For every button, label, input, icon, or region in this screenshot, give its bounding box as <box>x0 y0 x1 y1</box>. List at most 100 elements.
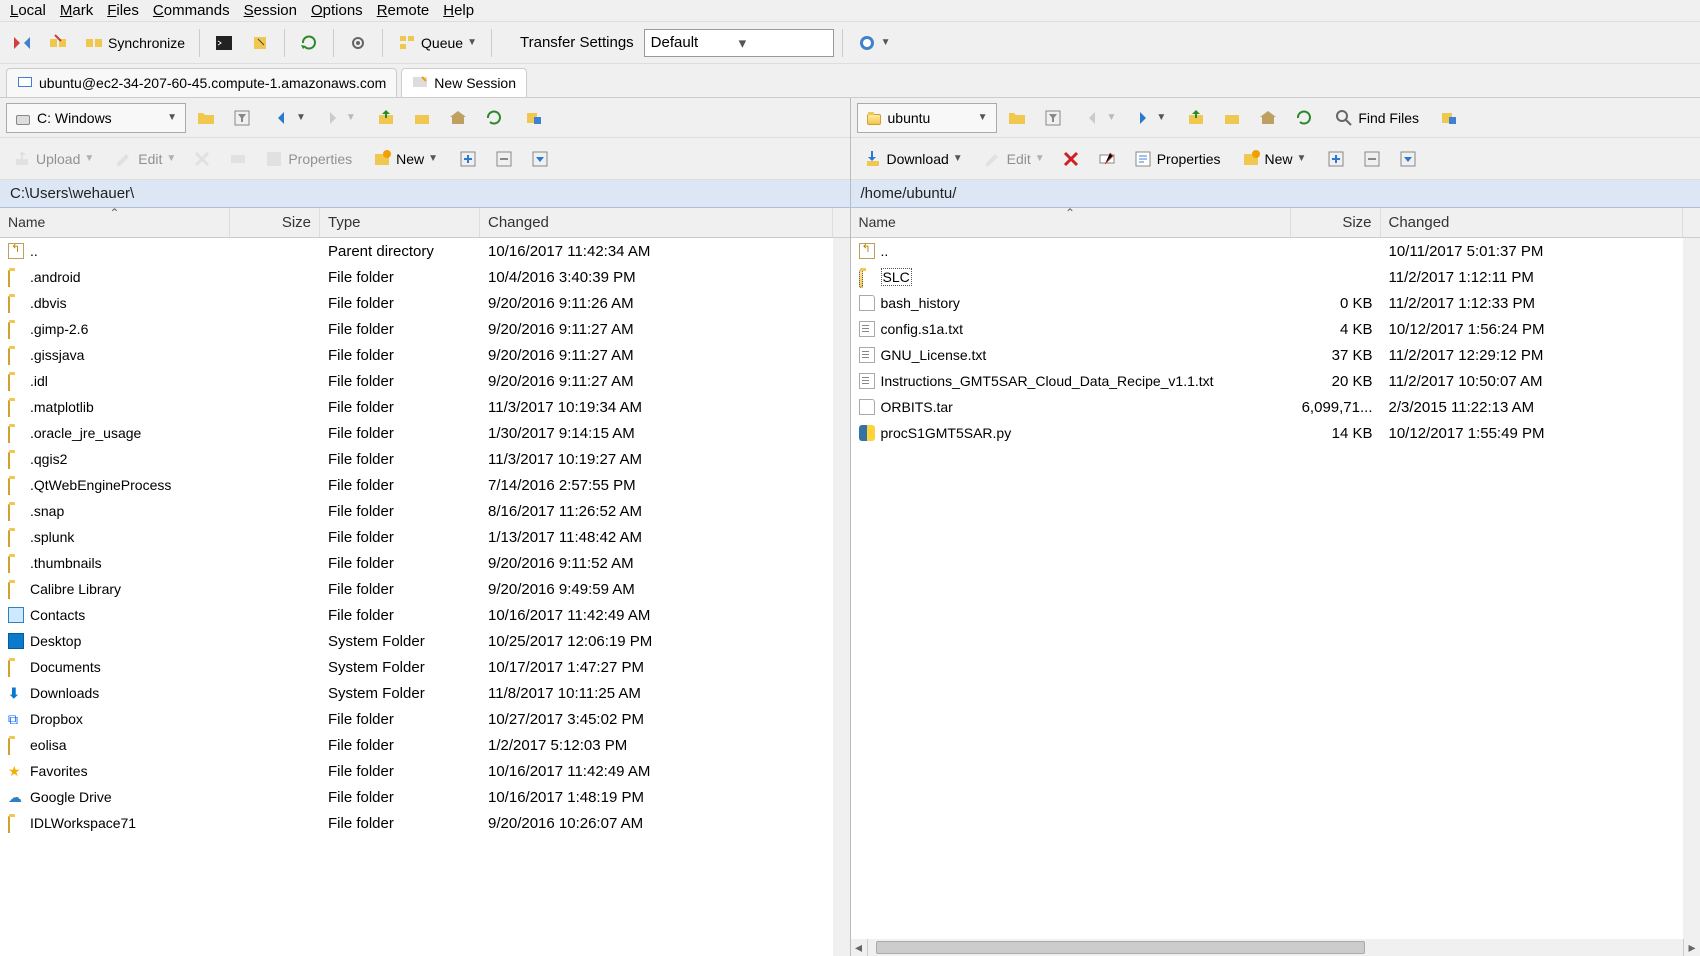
open-folder-icon[interactable] <box>190 104 222 132</box>
new-button[interactable]: New▼ <box>366 145 444 173</box>
select-icon[interactable] <box>524 145 556 173</box>
table-row[interactable]: .idlFile folder9/20/2016 9:11:27 AM <box>0 368 833 394</box>
table-row[interactable]: ..Parent directory10/16/2017 11:42:34 AM <box>0 238 833 264</box>
right-drive-combo[interactable]: ubuntu ▼ <box>857 103 997 133</box>
table-row[interactable]: .androidFile folder10/4/2016 3:40:39 PM <box>0 264 833 290</box>
queue-button[interactable]: Queue▼ <box>391 29 483 57</box>
properties-button[interactable]: Properties <box>258 145 358 173</box>
col-size[interactable]: Size <box>1291 208 1381 237</box>
back-button[interactable]: ▼ <box>1077 104 1123 132</box>
table-row[interactable]: config.s1a.txt4 KB10/12/2017 1:56:24 PM <box>851 316 1684 342</box>
sync-browse-icon[interactable] <box>42 29 74 57</box>
right-file-list[interactable]: ..10/11/2017 5:01:37 PMSLC11/2/2017 1:12… <box>851 238 1684 939</box>
col-changed[interactable]: Changed <box>1381 208 1684 237</box>
properties-button[interactable]: Properties <box>1127 145 1227 173</box>
upload-button[interactable]: Upload▼ <box>6 145 100 173</box>
table-row[interactable]: .dbvisFile folder9/20/2016 9:11:26 AM <box>0 290 833 316</box>
menu-session[interactable]: Session <box>244 2 297 19</box>
left-scrollbar[interactable] <box>833 238 850 956</box>
menu-commands[interactable]: Commands <box>153 2 230 19</box>
forward-button[interactable]: ▼ <box>316 104 362 132</box>
parent-dir-icon[interactable] <box>370 104 402 132</box>
root-dir-icon[interactable] <box>406 104 438 132</box>
table-row[interactable]: DocumentsSystem Folder10/17/2017 1:47:27… <box>0 654 833 680</box>
new-session-tab[interactable]: New Session <box>401 68 527 97</box>
table-row[interactable]: .thumbnailsFile folder9/20/2016 9:11:52 … <box>0 550 833 576</box>
settings-icon[interactable] <box>342 29 374 57</box>
right-scrollbar[interactable] <box>1683 238 1700 939</box>
plus-icon[interactable] <box>1320 145 1352 173</box>
edit-button[interactable]: Edit▼ <box>977 145 1051 173</box>
table-row[interactable]: procS1GMT5SAR.py14 KB10/12/2017 1:55:49 … <box>851 420 1684 446</box>
table-row[interactable]: ⧉DropboxFile folder10/27/2017 3:45:02 PM <box>0 706 833 732</box>
forward-button[interactable]: ▼ <box>1126 104 1172 132</box>
table-row[interactable]: .matplotlibFile folder11/3/2017 10:19:34… <box>0 394 833 420</box>
select-icon[interactable] <box>1392 145 1424 173</box>
reload-icon[interactable] <box>478 104 510 132</box>
new-button[interactable]: New▼ <box>1235 145 1313 173</box>
table-row[interactable]: GNU_License.txt37 KB11/2/2017 12:29:12 P… <box>851 342 1684 368</box>
col-changed[interactable]: Changed <box>480 208 833 237</box>
rename-icon[interactable] <box>222 145 254 173</box>
find-files-button[interactable]: Find Files <box>1328 104 1425 132</box>
menu-mark[interactable]: Mark <box>60 2 93 19</box>
left-path[interactable]: C:\Users\wehauer\ <box>0 180 850 208</box>
table-row[interactable]: .gimp-2.6File folder9/20/2016 9:11:27 AM <box>0 316 833 342</box>
right-h-scrollbar[interactable]: ◂ ▸ <box>851 939 1700 956</box>
bookmark-icon[interactable] <box>518 104 550 132</box>
root-dir-icon[interactable] <box>1216 104 1248 132</box>
table-row[interactable]: eolisaFile folder1/2/2017 5:12:03 PM <box>0 732 833 758</box>
table-row[interactable]: .snapFile folder8/16/2017 11:26:52 AM <box>0 498 833 524</box>
table-row[interactable]: .gissjavaFile folder9/20/2016 9:11:27 AM <box>0 342 833 368</box>
table-row[interactable]: ORBITS.tar6,099,71...2/3/2015 11:22:13 A… <box>851 394 1684 420</box>
col-type[interactable]: Type <box>320 208 480 237</box>
minus-icon[interactable] <box>1356 145 1388 173</box>
menu-remote[interactable]: Remote <box>377 2 430 19</box>
back-button[interactable]: ▼ <box>266 104 312 132</box>
table-row[interactable]: Instructions_GMT5SAR_Cloud_Data_Recipe_v… <box>851 368 1684 394</box>
filter-icon[interactable] <box>1037 104 1069 132</box>
col-size[interactable]: Size <box>230 208 320 237</box>
table-row[interactable]: ☁Google DriveFile folder10/16/2017 1:48:… <box>0 784 833 810</box>
table-row[interactable]: ★FavoritesFile folder10/16/2017 11:42:49… <box>0 758 833 784</box>
transfer-settings-combo[interactable]: Default▾ <box>644 29 834 57</box>
minus-icon[interactable] <box>488 145 520 173</box>
col-name[interactable]: ⌃Name <box>851 208 1291 237</box>
delete-icon[interactable] <box>186 145 218 173</box>
home-icon[interactable] <box>442 104 474 132</box>
rename-icon[interactable] <box>1091 145 1123 173</box>
help-icon[interactable]: ▼ <box>851 29 897 57</box>
plus-icon[interactable] <box>452 145 484 173</box>
edit-button[interactable]: Edit▼ <box>108 145 182 173</box>
filter-icon[interactable] <box>226 104 258 132</box>
home-icon[interactable] <box>1252 104 1284 132</box>
menu-local[interactable]: Local <box>10 2 46 19</box>
refresh-icon[interactable] <box>293 29 325 57</box>
table-row[interactable]: bash_history0 KB11/2/2017 1:12:33 PM <box>851 290 1684 316</box>
synchronize-button[interactable]: Synchronize <box>78 29 191 57</box>
menu-help[interactable]: Help <box>443 2 474 19</box>
menu-options[interactable]: Options <box>311 2 363 19</box>
putty-icon[interactable] <box>244 29 276 57</box>
open-folder-icon[interactable] <box>1001 104 1033 132</box>
compare-icon[interactable] <box>6 29 38 57</box>
table-row[interactable]: .splunkFile folder1/13/2017 11:48:42 AM <box>0 524 833 550</box>
menu-files[interactable]: Files <box>107 2 139 19</box>
table-row[interactable]: SLC11/2/2017 1:12:11 PM <box>851 264 1684 290</box>
table-row[interactable]: IDLWorkspace71File folder9/20/2016 10:26… <box>0 810 833 836</box>
left-drive-combo[interactable]: C: Windows ▼ <box>6 103 186 133</box>
table-row[interactable]: ContactsFile folder10/16/2017 11:42:49 A… <box>0 602 833 628</box>
parent-dir-icon[interactable] <box>1180 104 1212 132</box>
table-row[interactable]: .oracle_jre_usageFile folder1/30/2017 9:… <box>0 420 833 446</box>
reload-icon[interactable] <box>1288 104 1320 132</box>
console-icon[interactable] <box>208 29 240 57</box>
download-button[interactable]: Download▼ <box>857 145 969 173</box>
table-row[interactable]: ⬇DownloadsSystem Folder11/8/2017 10:11:2… <box>0 680 833 706</box>
col-name[interactable]: ⌃Name <box>0 208 230 237</box>
table-row[interactable]: .QtWebEngineProcessFile folder7/14/2016 … <box>0 472 833 498</box>
table-row[interactable]: DesktopSystem Folder10/25/2017 12:06:19 … <box>0 628 833 654</box>
left-file-list[interactable]: ..Parent directory10/16/2017 11:42:34 AM… <box>0 238 833 956</box>
table-row[interactable]: Calibre LibraryFile folder9/20/2016 9:49… <box>0 576 833 602</box>
right-path[interactable]: /home/ubuntu/ <box>851 180 1700 208</box>
bookmark-icon[interactable] <box>1433 104 1465 132</box>
